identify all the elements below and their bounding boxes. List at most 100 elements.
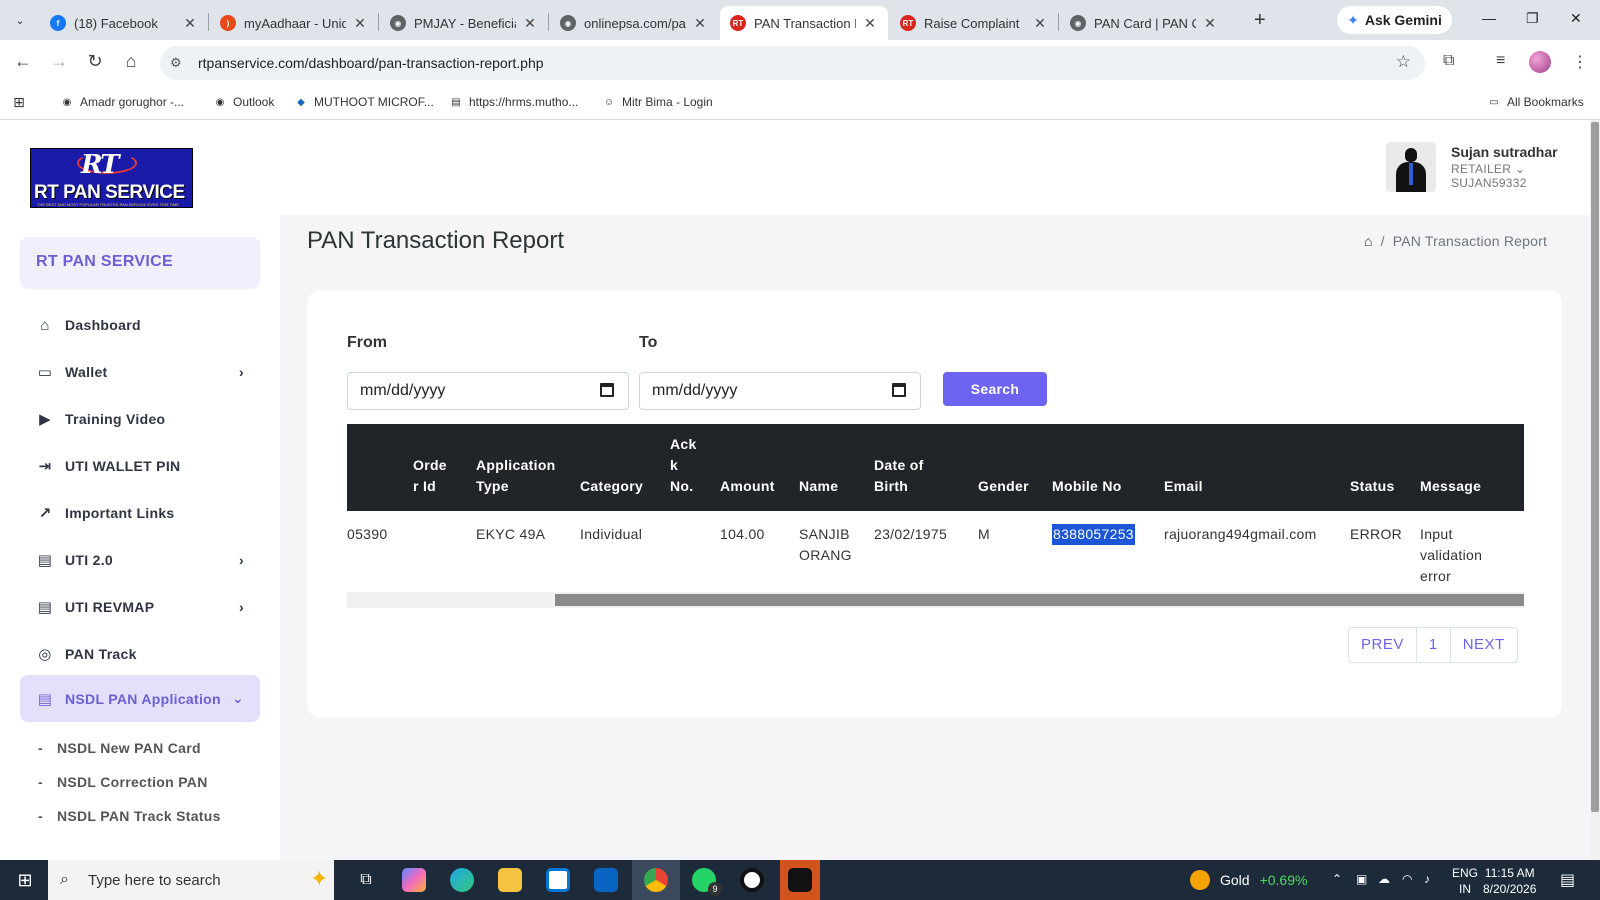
person-icon: ☺ bbox=[603, 96, 615, 108]
window-close-icon[interactable]: ✕ bbox=[1570, 10, 1582, 27]
tab-facebook[interactable]: f (18) Facebook ✕ bbox=[40, 6, 208, 40]
bookmark-mitr-bima[interactable]: ☺ Mitr Bima - Login bbox=[602, 95, 713, 109]
from-label: From bbox=[347, 334, 387, 351]
extensions-icon[interactable]: ⧉ bbox=[1443, 52, 1454, 70]
close-icon[interactable]: ✕ bbox=[692, 15, 708, 32]
home-icon[interactable]: ⌂ bbox=[119, 51, 143, 72]
sidebar-item-nsdl-pan-application[interactable]: ▤ NSDL PAN Application ⌄ bbox=[20, 675, 260, 722]
tab-pan-transaction[interactable]: RT PAN Transaction Re ✕ bbox=[720, 6, 888, 40]
ask-gemini-button[interactable]: ✦ Ask Gemini bbox=[1337, 6, 1452, 34]
forward-icon[interactable]: → bbox=[47, 51, 71, 72]
notifications-icon[interactable]: ▤ bbox=[1560, 870, 1575, 890]
tab-raise-complaint[interactable]: RT Raise Complaint ✕ bbox=[890, 6, 1058, 40]
apps-grid-icon[interactable]: ⊞ bbox=[12, 94, 32, 110]
close-icon[interactable]: ✕ bbox=[182, 15, 198, 32]
restore-icon[interactable]: ❐ bbox=[1526, 10, 1539, 27]
chevron-up-icon[interactable]: ⌃ bbox=[1332, 872, 1342, 886]
app-q-icon[interactable] bbox=[734, 860, 770, 900]
user-role-dropdown[interactable]: RETAILER ⌄ bbox=[1451, 162, 1525, 176]
cloud-icon[interactable]: ☁ bbox=[1378, 872, 1390, 886]
vertical-scrollbar[interactable] bbox=[1590, 120, 1600, 860]
close-icon[interactable]: ✕ bbox=[1032, 15, 1048, 32]
file-explorer-icon[interactable] bbox=[492, 860, 528, 900]
edge-icon[interactable] bbox=[444, 860, 480, 900]
wifi-icon[interactable]: ◠ bbox=[1402, 872, 1412, 886]
url-text[interactable]: rtpanservice.com/dashboard/pan-transacti… bbox=[198, 55, 544, 71]
sidebar-subitem-nsdl-new-pan[interactable]: - NSDL New PAN Card bbox=[38, 740, 201, 756]
bookmark-star-icon[interactable]: ☆ bbox=[1396, 52, 1411, 72]
address-bar[interactable]: ⚙ rtpanservice.com/dashboard/pan-transac… bbox=[160, 46, 1425, 80]
bookmark-amadr[interactable]: ◉ Amadr gorughor -... bbox=[60, 95, 184, 109]
bookmark-muthoot[interactable]: ◆ MUTHOOT MICROF... bbox=[294, 95, 434, 109]
new-tab-icon[interactable]: + bbox=[1254, 9, 1266, 32]
whatsapp-icon[interactable]: 9 bbox=[686, 860, 722, 900]
site-info-icon[interactable]: ⚙ bbox=[170, 55, 190, 71]
home-icon[interactable]: ⌂ bbox=[1364, 233, 1373, 249]
copilot-icon[interactable] bbox=[396, 860, 432, 900]
from-date-input[interactable]: mm/dd/yyyy bbox=[347, 372, 629, 410]
to-label: To bbox=[639, 334, 658, 351]
next-button[interactable]: NEXT bbox=[1449, 628, 1517, 662]
to-date-input[interactable]: mm/dd/yyyy bbox=[639, 372, 921, 410]
site-logo[interactable]: RT RT PAN SERVICE THE BEST AND MOST POPU… bbox=[30, 148, 193, 208]
sidebar-subitem-nsdl-correction[interactable]: - NSDL Correction PAN bbox=[38, 774, 208, 790]
scrollbar-thumb[interactable] bbox=[555, 594, 1524, 606]
bookmark-outlook[interactable]: ◉ Outlook bbox=[213, 95, 275, 109]
search-button[interactable]: Search bbox=[943, 372, 1047, 406]
column-header: Orde r Id bbox=[413, 457, 447, 494]
cell-mobile[interactable]: 8388057253 bbox=[1052, 524, 1135, 545]
tab-onlinepsa[interactable]: ◉ onlinepsa.com/pay ✕ bbox=[550, 6, 718, 40]
close-icon[interactable]: ✕ bbox=[352, 15, 368, 32]
sidebar-item-uti-2[interactable]: ▤ UTI 2.0 › bbox=[20, 538, 260, 582]
reload-icon[interactable]: ↻ bbox=[83, 51, 107, 72]
prev-button[interactable]: PREV bbox=[1349, 628, 1416, 662]
brand-box: RT PAN SERVICE bbox=[20, 237, 260, 289]
sidebar-item-uti-wallet-pin[interactable]: ⇥ UTI WALLET PIN bbox=[20, 444, 260, 488]
meet-icon[interactable]: ▣ bbox=[1356, 872, 1367, 886]
sidebar-item-training-video[interactable]: ▶ Training Video bbox=[20, 397, 260, 441]
scrollbar-thumb[interactable] bbox=[1591, 122, 1599, 812]
avatar[interactable] bbox=[1386, 142, 1436, 192]
tab-title: myAadhaar - Uniqu bbox=[244, 15, 346, 31]
sidebar-item-uti-revmap[interactable]: ▤ UTI REVMAP › bbox=[20, 585, 260, 629]
windows-start-icon[interactable]: ⊞ bbox=[10, 860, 40, 900]
close-icon[interactable]: ✕ bbox=[522, 15, 538, 32]
close-icon[interactable]: ✕ bbox=[862, 15, 878, 32]
menu-kebab-icon[interactable]: ⋮ bbox=[1572, 52, 1588, 72]
taskbar-search[interactable]: ⌕ Type here to search ✦ bbox=[48, 860, 334, 900]
profile-avatar[interactable] bbox=[1529, 51, 1551, 73]
back-icon[interactable]: ← bbox=[11, 51, 35, 72]
sidebar-item-pan-track[interactable]: ◎ PAN Track bbox=[20, 632, 260, 676]
calendar-icon[interactable] bbox=[892, 383, 906, 397]
tab-title: (18) Facebook bbox=[74, 15, 158, 31]
sidebar-item-wallet[interactable]: ▭ Wallet › bbox=[20, 350, 260, 394]
gold-widget[interactable]: Gold +0.69% bbox=[1190, 870, 1307, 890]
close-icon[interactable]: ✕ bbox=[1202, 15, 1218, 32]
tab-pmjay[interactable]: ◉ PMJAY - Beneficiary ✕ bbox=[380, 6, 548, 40]
sidebar-subitem-nsdl-track[interactable]: - NSDL PAN Track Status bbox=[38, 808, 221, 824]
app-designer-icon[interactable] bbox=[780, 860, 820, 900]
store-icon[interactable] bbox=[540, 860, 576, 900]
user-name[interactable]: Sujan sutradhar bbox=[1451, 144, 1558, 160]
globe-icon: ◉ bbox=[390, 15, 406, 31]
globe-icon: ◉ bbox=[215, 96, 225, 108]
sidebar-item-dashboard[interactable]: ⌂ Dashboard bbox=[20, 303, 260, 347]
page-1-button[interactable]: 1 bbox=[1415, 628, 1450, 662]
chrome-icon[interactable] bbox=[632, 860, 680, 900]
tab-pan-card[interactable]: ◉ PAN Card | PAN Ca ✕ bbox=[1060, 6, 1228, 40]
outlook-icon[interactable] bbox=[588, 860, 624, 900]
volume-icon[interactable]: ♪ bbox=[1424, 872, 1430, 886]
task-view-icon[interactable]: ⧉ bbox=[348, 860, 384, 900]
all-bookmarks[interactable]: ▭ All Bookmarks bbox=[1487, 95, 1583, 109]
clock[interactable]: 11:15 AM 8/20/2026 bbox=[1483, 865, 1536, 897]
media-icon[interactable]: ≡ bbox=[1496, 52, 1505, 70]
brand-label: RT PAN SERVICE bbox=[36, 253, 173, 270]
sidebar-item-important-links[interactable]: ↗ Important Links bbox=[20, 491, 260, 535]
language-indicator[interactable]: ENG IN bbox=[1452, 865, 1478, 897]
tab-myaadhaar[interactable]: ) myAadhaar - Uniqu ✕ bbox=[210, 6, 378, 40]
bookmark-hrms[interactable]: ▤ https://hrms.mutho... bbox=[449, 95, 578, 109]
tab-search-icon[interactable]: ⌄ bbox=[8, 8, 32, 32]
horizontal-scrollbar[interactable] bbox=[347, 592, 1524, 608]
minimize-icon[interactable]: — bbox=[1482, 10, 1496, 26]
calendar-icon[interactable] bbox=[600, 383, 614, 397]
